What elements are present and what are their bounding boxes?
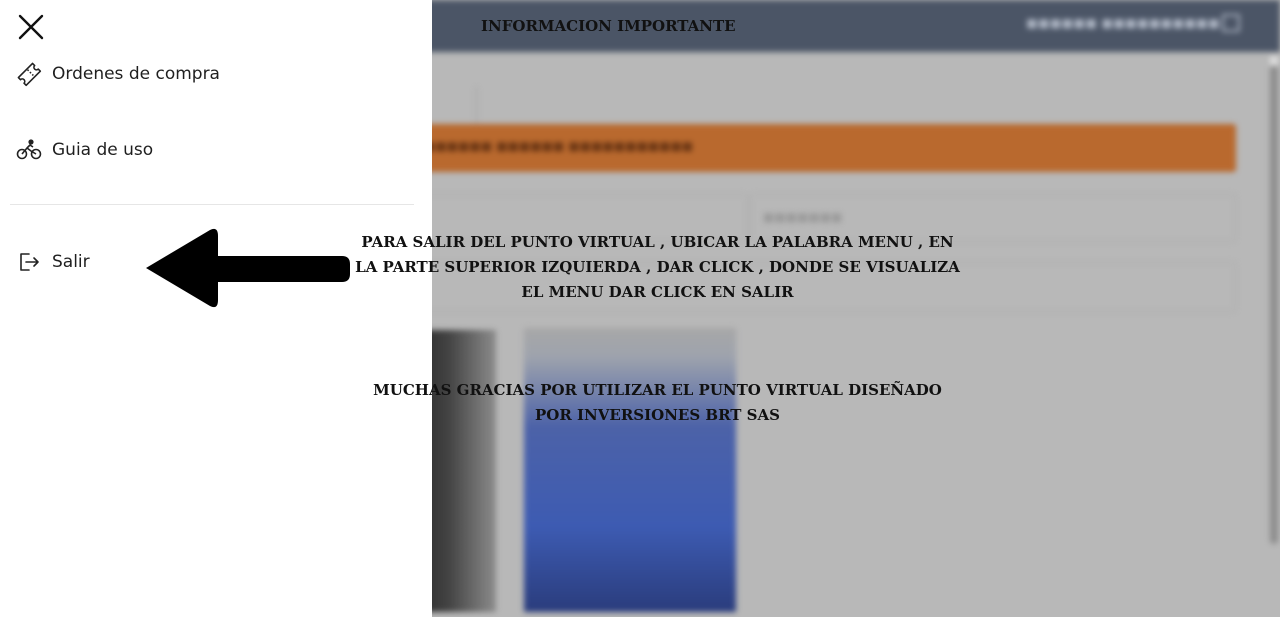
ticket-icon bbox=[16, 61, 42, 87]
divider bbox=[476, 86, 477, 126]
product-image bbox=[524, 328, 736, 612]
menu-item-label: Salir bbox=[52, 252, 90, 272]
menu-item-guia-de-uso[interactable]: Guia de uso bbox=[16, 136, 153, 164]
menu-item-label: Guia de uso bbox=[52, 140, 154, 160]
bicycle-icon bbox=[16, 137, 42, 163]
thanks-message: MUCHAS GRACIAS POR UTILIZAR EL PUNTO VIR… bbox=[373, 381, 942, 424]
menu-item-ordenes-de-compra[interactable]: Ordenes de compra bbox=[16, 60, 220, 88]
close-icon bbox=[18, 14, 44, 40]
menu-item-salir[interactable]: Salir bbox=[16, 248, 90, 276]
menu-item-label: Ordenes de compra bbox=[52, 64, 220, 84]
welcome-banner: ■■■■■■ ■■■■■■ ■■■■■■■■■■■ bbox=[410, 124, 1236, 172]
menu-divider bbox=[10, 204, 414, 205]
arrow-left-icon bbox=[146, 228, 350, 308]
close-button[interactable] bbox=[16, 12, 46, 42]
exit-instructions: PARA SALIR DEL PUNTO VIRTUAL , UBICAR LA… bbox=[355, 233, 960, 301]
logout-icon bbox=[16, 249, 42, 275]
modal-title: INFORMACION IMPORTANTE bbox=[481, 17, 736, 35]
cart-icon bbox=[1222, 14, 1240, 32]
scrollbar-cap bbox=[1270, 56, 1278, 66]
user-name-blurred: ■■■■■■ ■■■■■■■■■■ bbox=[1026, 16, 1220, 30]
scrollbar bbox=[1270, 56, 1278, 544]
